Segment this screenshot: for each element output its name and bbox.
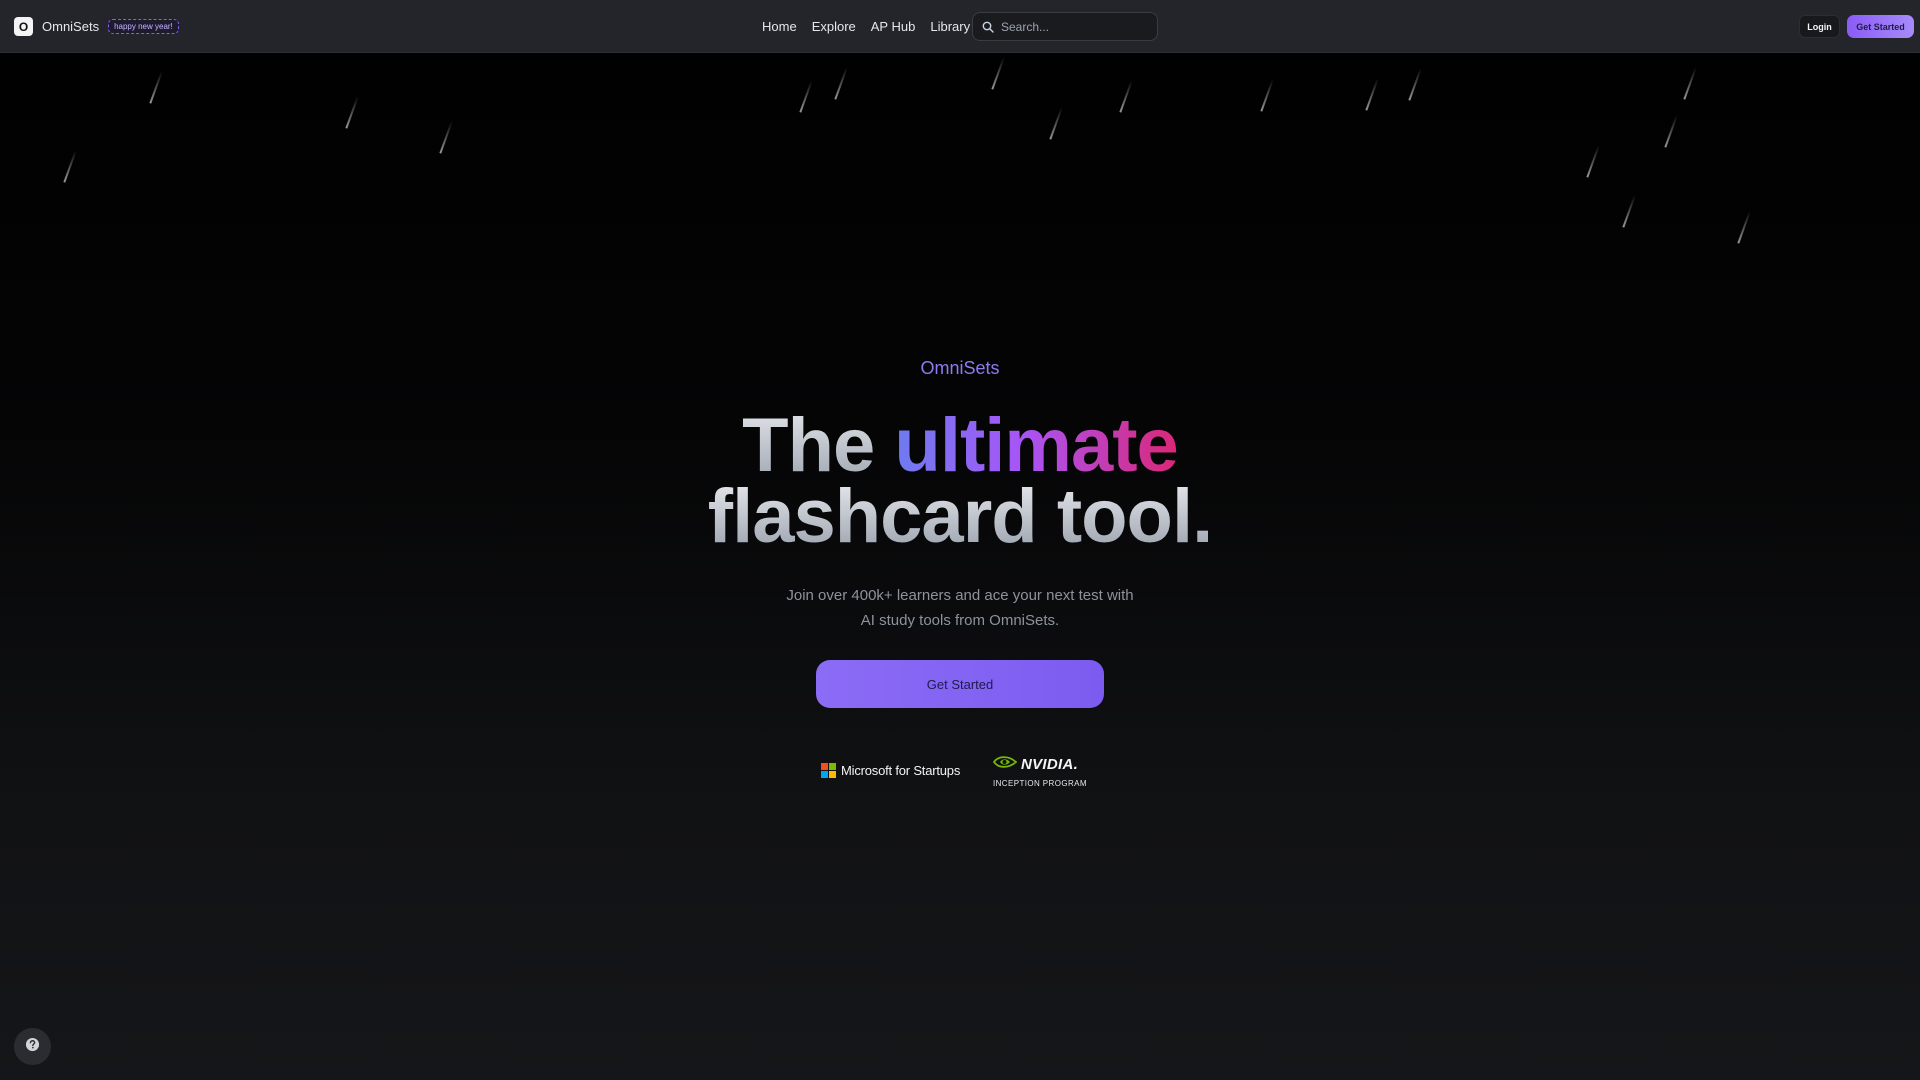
nav-get-started-button[interactable]: Get Started [1847,15,1914,38]
brand-name[interactable]: OmniSets [42,19,99,34]
rain-streak [834,67,848,100]
nvidia-program-label: INCEPTION PROGRAM [993,779,1087,788]
nav-link-library[interactable]: Library [930,19,970,34]
rain-streak [1664,115,1678,148]
microsoft-for-startups-logo: Microsoft for Startups [821,763,960,778]
brand[interactable]: O OmniSets happy new year! [14,17,179,36]
rain-streak [799,80,813,113]
rain-streak [1408,68,1422,101]
nvidia-eye-icon [992,754,1018,775]
microsoft-logo-icon [821,763,836,778]
rain-streak [345,96,359,129]
hero-title-line2: flashcard tool. [0,479,1920,555]
rain-streak [1119,80,1133,113]
search-box[interactable] [972,12,1158,41]
hero-get-started-button[interactable]: Get Started [816,660,1104,708]
question-circle-icon [25,1037,40,1057]
primary-nav: Home Explore AP Hub Library [762,18,970,34]
hero-subtitle-line1: Join over 400k+ learners and ace your ne… [786,587,1134,604]
hero-title: The ultimate flashcard tool. [0,408,1920,555]
top-navbar: O OmniSets happy new year! Home Explore … [0,0,1920,53]
rain-streak [1049,107,1063,140]
rain-streak [991,57,1005,90]
rain-streak [1260,79,1274,112]
rain-streak [1737,211,1751,244]
rain-streak [63,150,77,183]
hero-subtitle-line2: AI study tools from OmniSets. [860,612,1060,629]
nav-link-home[interactable]: Home [762,19,797,34]
rain-streak [1622,195,1636,228]
nav-link-explore[interactable]: Explore [812,19,856,34]
search-icon [982,20,995,33]
help-button[interactable] [14,1028,51,1065]
hero-eyebrow: OmniSets [920,358,1000,378]
rain-streak [439,121,453,154]
hero-subtitle: Join over 400k+ learners and ace your ne… [760,583,1160,633]
rain-streak [149,71,163,104]
brand-logo-icon[interactable]: O [14,17,33,36]
login-button[interactable]: Login [1799,15,1840,38]
rain-streak [1683,67,1697,100]
nav-link-ap-hub[interactable]: AP Hub [871,19,916,34]
rain-decoration [0,53,1920,303]
nvidia-wordmark: NVIDIA. [1021,756,1079,773]
search-input[interactable] [1001,19,1151,34]
nvidia-inception-logo: NVIDIA. INCEPTION PROGRAM [992,754,1088,790]
rain-streak [1586,145,1600,178]
microsoft-logo-text: Microsoft for Startups [841,763,961,778]
announcement-badge: happy new year! [108,19,179,34]
rain-streak [1365,78,1379,111]
